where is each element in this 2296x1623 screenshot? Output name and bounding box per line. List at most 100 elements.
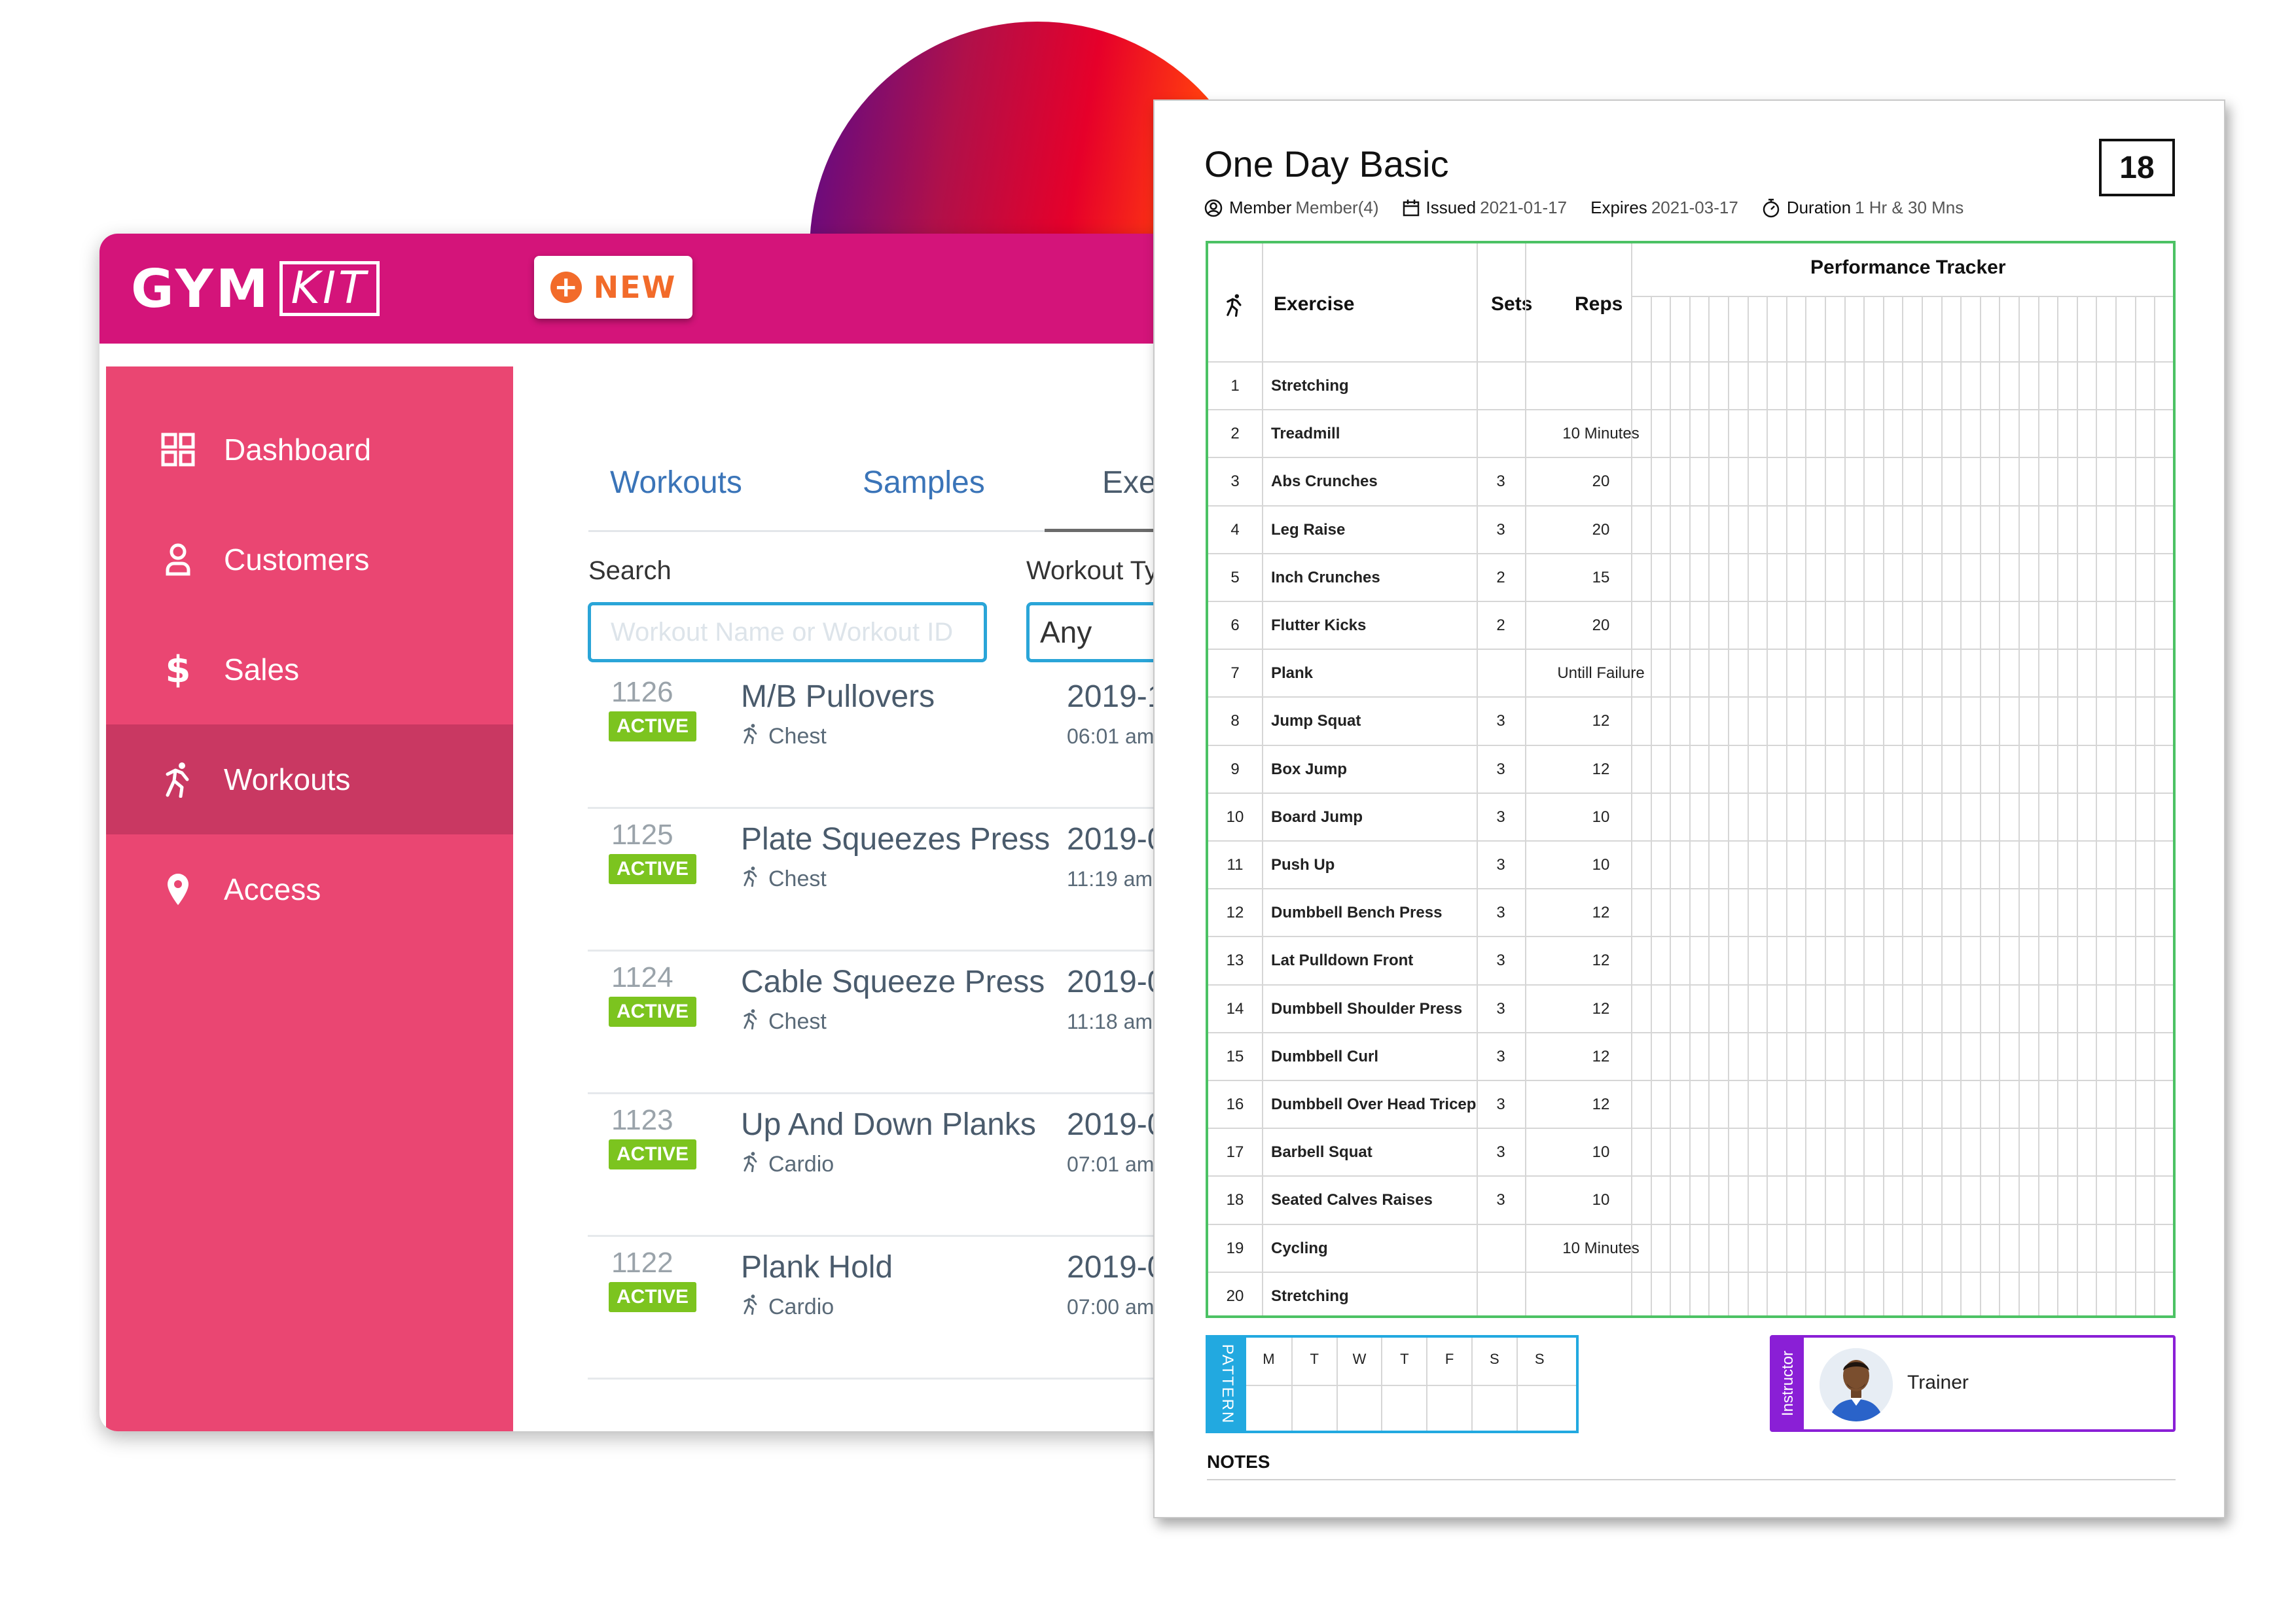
exercise-row: 6 Flutter Kicks 2 20 (1208, 601, 2173, 649)
member-key: Member (1229, 198, 1292, 217)
row-number: 15 (1226, 1047, 1244, 1065)
workout-category: Chest (742, 866, 827, 893)
exercise-sets: 3 (1496, 473, 1505, 491)
exercise-row: 7 Plank Untill Failure (1208, 649, 2173, 696)
status-badge: ACTIVE (609, 1139, 696, 1169)
exercise-sets: 3 (1496, 520, 1505, 539)
sheet-number: 18 (2099, 139, 2175, 196)
instructor-box: Instructor Trainer (1770, 1335, 2176, 1432)
sidebar-item-sales[interactable]: $ Sales (106, 615, 513, 724)
exercise-sets: 3 (1496, 856, 1505, 874)
exercise-name: Treadmill (1271, 425, 1340, 443)
row-number: 17 (1226, 1143, 1244, 1162)
sidebar: Dashboard Customers $ Sales Workouts Acc… (106, 366, 513, 1431)
exercise-reps: 12 (1592, 1096, 1610, 1113)
stopwatch-icon (1763, 198, 1780, 217)
exercise-reps: 15 (1592, 568, 1610, 586)
logo[interactable]: GYM KIT (131, 256, 380, 321)
workout-category: Chest (742, 723, 827, 750)
row-number: 6 (1230, 616, 1240, 634)
workout-name[interactable]: Plate Squeezes Press (741, 821, 1050, 857)
sidebar-item-dashboard[interactable]: Dashboard (106, 395, 513, 505)
row-number: 10 (1226, 808, 1244, 826)
workout-name[interactable]: Cable Squeeze Press (741, 964, 1045, 1000)
day-label: T (1400, 1351, 1409, 1367)
pattern-day-cell: S (1516, 1338, 1562, 1431)
exercise-reps: 20 (1592, 473, 1610, 491)
exercise-sets: 3 (1496, 952, 1505, 970)
row-number: 13 (1226, 952, 1244, 970)
row-number: 20 (1226, 1287, 1244, 1305)
search-input[interactable]: Workout Name or Workout ID (588, 602, 987, 662)
workout-time: 11:19 am (1067, 867, 1153, 891)
workout-id: 1124 (611, 961, 673, 993)
row-number: 7 (1230, 664, 1240, 683)
pattern-day-cell: F (1426, 1338, 1471, 1431)
exercise-reps: 10 Minutes (1562, 1239, 1640, 1257)
exercise-sets: 3 (1496, 1191, 1505, 1209)
row-number: 3 (1230, 473, 1240, 491)
trainer-name: Trainer (1907, 1372, 1969, 1393)
exercise-name: Stretching (1271, 377, 1349, 395)
category-label: Chest (768, 724, 827, 749)
exercise-reps: 10 Minutes (1562, 425, 1640, 443)
exercise-sets: 3 (1496, 1096, 1505, 1113)
exercise-name: Barbell Squat (1271, 1143, 1372, 1162)
category-label: Cardio (768, 1152, 834, 1177)
duration-value: 1 Hr & 30 Mns (1855, 198, 1964, 217)
workout-id: 1125 (611, 819, 673, 851)
workout-category: Cardio (742, 1151, 834, 1178)
instructor-label: Instructor (1779, 1350, 1797, 1417)
exercise-reps: 12 (1592, 712, 1610, 730)
user-circle-icon (1204, 199, 1223, 217)
workout-name[interactable]: M/B Pullovers (741, 679, 935, 715)
exercise-row: 3 Abs Crunches 3 20 (1208, 457, 2173, 505)
exercise-name: Seated Calves Raises (1271, 1191, 1433, 1209)
tab-workouts[interactable]: Workouts (610, 465, 742, 501)
trainer-avatar (1820, 1348, 1893, 1421)
workout-id: 1122 (611, 1247, 673, 1279)
tab-samples[interactable]: Samples (863, 465, 985, 501)
sidebar-item-customers[interactable]: Customers (106, 505, 513, 615)
exercise-sets: 3 (1496, 712, 1505, 730)
workout-name[interactable]: Plank Hold (741, 1249, 893, 1285)
exercise-row: 9 Box Jump 3 12 (1208, 745, 2173, 793)
workout-time: 11:18 am (1067, 1010, 1153, 1033)
sidebar-item-workouts[interactable]: Workouts (106, 724, 513, 834)
exercise-name: Dumbbell Shoulder Press (1271, 999, 1463, 1018)
exercise-name: Dumbbell Bench Press (1271, 904, 1443, 922)
exercise-row: 15 Dumbbell Curl 3 12 (1208, 1032, 2173, 1080)
exercise-row: 19 Cycling 10 Minutes (1208, 1224, 2173, 1272)
exercise-row: 1 Stretching (1208, 361, 2173, 409)
exercise-sets: 3 (1496, 1143, 1505, 1162)
exercise-name: Lat Pulldown Front (1271, 952, 1414, 970)
pattern-day-cell: T (1291, 1338, 1336, 1431)
plus-icon: + (550, 272, 582, 303)
exercise-sets: 3 (1496, 808, 1505, 826)
exercise-reps: 10 (1592, 1191, 1610, 1209)
member-value: Member(4) (1295, 198, 1379, 217)
row-number: 8 (1230, 712, 1240, 730)
dollar-icon: $ (165, 648, 191, 691)
exercise-name: Stretching (1271, 1287, 1349, 1305)
duration-key: Duration (1786, 198, 1852, 217)
workout-date: 2019-0 (1067, 1107, 1165, 1142)
exercise-reps: 12 (1592, 952, 1610, 970)
runner-icon (1225, 293, 1244, 320)
row-number: 16 (1226, 1096, 1244, 1113)
exercise-name: Inch Crunches (1271, 568, 1380, 586)
exercise-row: 5 Inch Crunches 2 15 (1208, 553, 2173, 601)
exercise-row: 17 Barbell Squat 3 10 (1208, 1128, 2173, 1175)
exercise-reps: Untill Failure (1557, 664, 1645, 683)
exercise-row: 13 Lat Pulldown Front 3 12 (1208, 936, 2173, 984)
day-label: W (1352, 1351, 1367, 1367)
exercise-row: 18 Seated Calves Raises 3 10 (1208, 1175, 2173, 1223)
exercise-name: Flutter Kicks (1271, 616, 1367, 634)
logo-main: GYM (131, 258, 271, 319)
sidebar-item-label: Workouts (224, 762, 351, 796)
workout-name[interactable]: Up And Down Planks (741, 1107, 1036, 1143)
workout-type-value: Any (1040, 615, 1092, 649)
day-label: F (1444, 1351, 1454, 1367)
sidebar-item-access[interactable]: Access (106, 834, 513, 944)
new-button[interactable]: + NEW (534, 256, 692, 319)
